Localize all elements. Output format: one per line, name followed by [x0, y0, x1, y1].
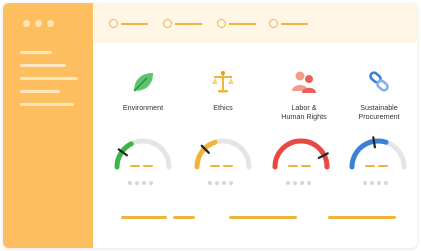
progress-stepper	[93, 3, 417, 43]
gauge-ethics	[191, 131, 255, 191]
stepper-step[interactable]	[109, 19, 148, 28]
gauge-pager[interactable]	[208, 181, 233, 185]
footer-link-placeholder[interactable]	[229, 216, 297, 219]
gauge-fill	[114, 141, 134, 170]
gauge-needle	[372, 136, 376, 149]
category-sustainable-procurement[interactable]: Sustainable Procurement	[339, 69, 417, 121]
stepper-step[interactable]	[163, 19, 202, 28]
recycle-link-icon	[369, 71, 389, 92]
gauge-value	[130, 165, 153, 167]
sidebar-item[interactable]	[20, 103, 74, 106]
category-labor-human-rights[interactable]: Labor & Human Rights	[264, 69, 344, 121]
stepper-step[interactable]	[217, 19, 256, 28]
gauge-pager[interactable]	[286, 181, 311, 185]
category-label: Environment	[122, 103, 164, 112]
sidebar-menu	[20, 51, 78, 116]
gauge-labor-human-rights	[269, 131, 333, 191]
category-label: Labor & Human Rights	[281, 103, 327, 121]
category-label: Ethics	[213, 103, 233, 112]
leaf-icon	[133, 73, 153, 92]
gauge-pager[interactable]	[128, 181, 153, 185]
gauge-environment	[111, 131, 175, 191]
gauge-value	[288, 165, 311, 167]
window-controls	[23, 20, 54, 27]
window-dot[interactable]	[35, 20, 42, 27]
sidebar-item[interactable]	[20, 90, 60, 93]
gauge-track	[194, 138, 252, 170]
gauge-track	[272, 138, 330, 170]
scales-icon	[212, 71, 234, 93]
sidebar-item[interactable]	[20, 64, 66, 67]
people-icon	[292, 71, 316, 93]
footer-link-placeholder[interactable]	[121, 216, 167, 219]
stepper-step[interactable]	[269, 19, 308, 28]
gauge-fill	[349, 138, 389, 170]
category-ethics[interactable]: Ethics	[183, 69, 263, 112]
category-label: Sustainable Procurement	[358, 103, 400, 121]
category-environment[interactable]: Environment	[103, 69, 183, 112]
footer-link-placeholder[interactable]	[173, 216, 195, 219]
sidebar-item[interactable]	[20, 77, 78, 80]
window-dot[interactable]	[47, 20, 54, 27]
gauge-track	[349, 138, 407, 170]
sidebar	[3, 3, 93, 248]
footer-link-placeholder[interactable]	[328, 216, 396, 219]
gauge-pager[interactable]	[363, 181, 388, 185]
window-dot[interactable]	[23, 20, 30, 27]
app-window: Environment Ethics Labor & Human Rights …	[3, 3, 417, 248]
sidebar-item[interactable]	[20, 51, 52, 54]
gauge-fill	[272, 138, 330, 170]
gauge-value	[365, 165, 388, 167]
gauge-value	[210, 165, 233, 167]
gauge-sustainable-procurement	[346, 131, 410, 191]
gauge-fill	[194, 139, 218, 170]
